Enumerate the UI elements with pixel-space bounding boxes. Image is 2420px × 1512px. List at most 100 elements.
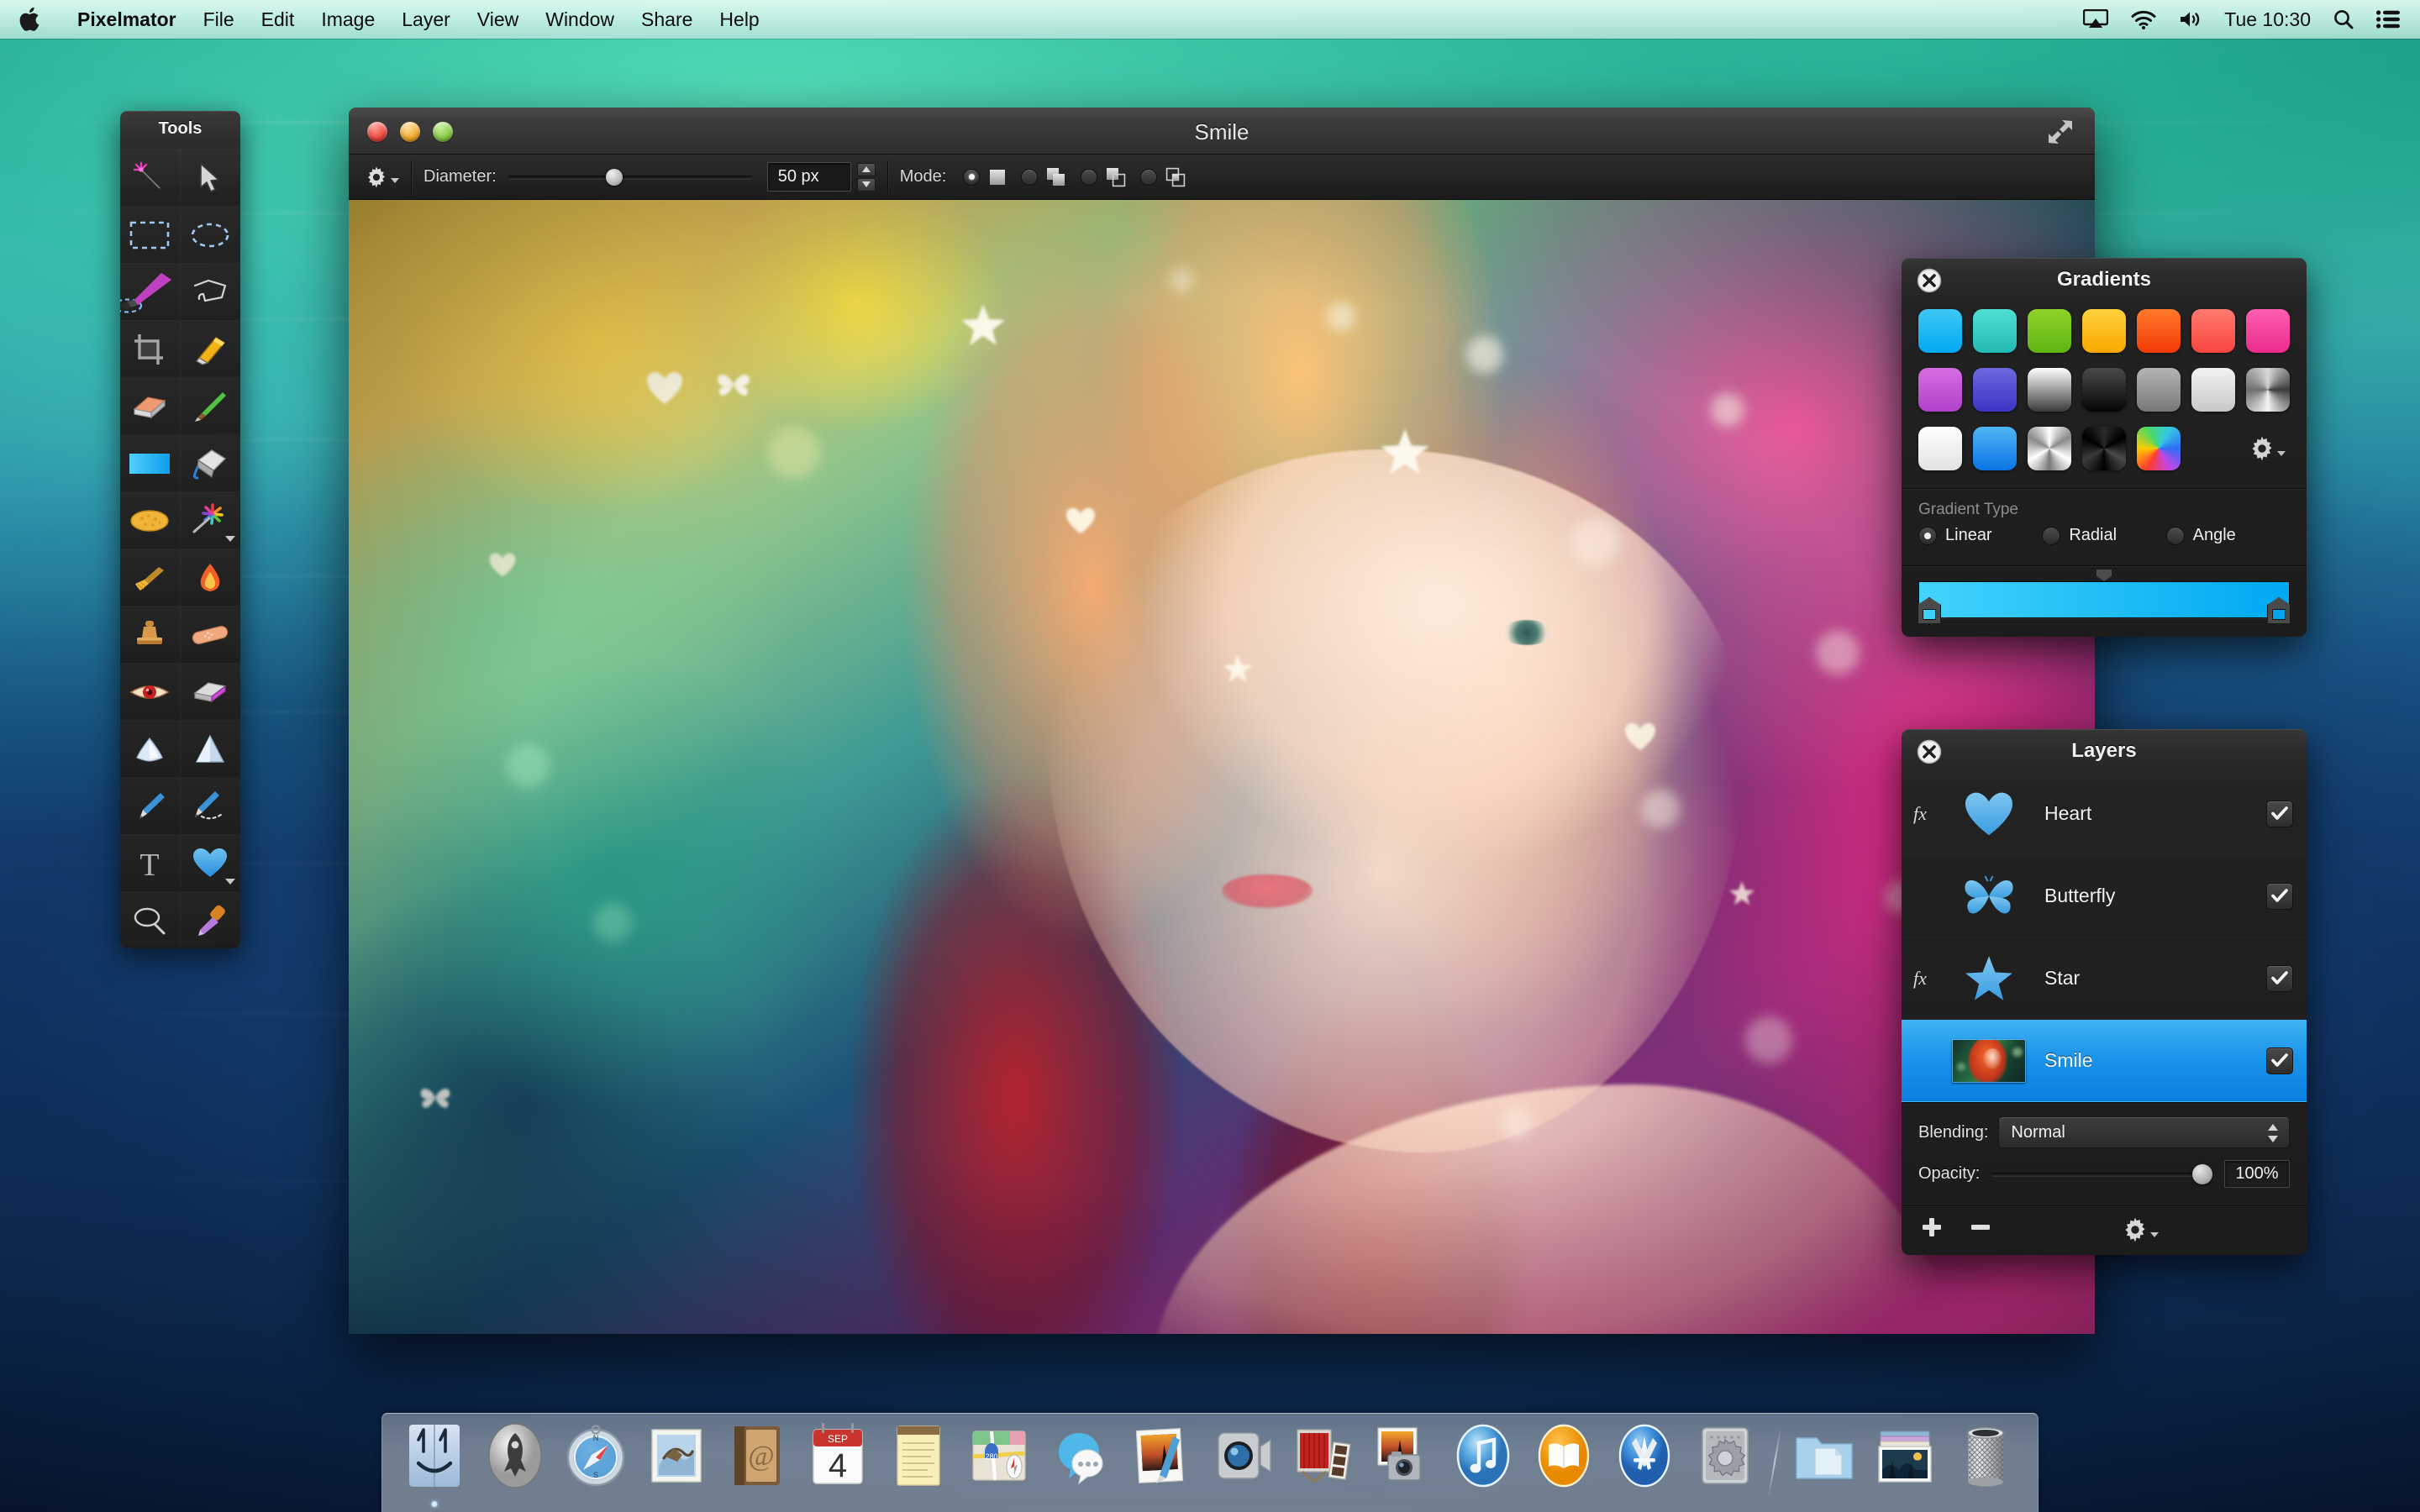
gradient-swatch[interactable] xyxy=(1913,419,1968,478)
gradient-swatch[interactable] xyxy=(1968,302,2023,360)
mode-new-selection[interactable] xyxy=(963,167,1007,187)
gradient-tool[interactable] xyxy=(120,434,181,491)
dock-item-maps[interactable]: 280 xyxy=(959,1413,1039,1512)
wifi-icon[interactable] xyxy=(2130,9,2157,29)
gradient-swatch[interactable] xyxy=(2077,419,2132,478)
layer-options-gear[interactable] xyxy=(2123,1217,2159,1242)
mode-add-selection[interactable] xyxy=(1021,166,1067,188)
gradient-stop-start[interactable] xyxy=(1918,597,1941,624)
gradient-midpoint-handle[interactable] xyxy=(2096,570,2112,581)
layer-row-butterfly[interactable]: Butterfly xyxy=(1902,855,2307,937)
dock-item-app-store[interactable] xyxy=(1604,1413,1685,1512)
layer-fx-badge[interactable]: fx xyxy=(1913,968,1950,990)
dock-item-launchpad[interactable] xyxy=(475,1413,555,1512)
gradient-swatch[interactable] xyxy=(2131,419,2186,478)
menu-item-layer[interactable]: Layer xyxy=(388,0,464,39)
dock-item-pictures-stack[interactable] xyxy=(1865,1413,1945,1512)
gradient-type-angle[interactable]: Angle xyxy=(2165,526,2290,545)
gradient-swatch[interactable] xyxy=(2186,302,2240,360)
layer-visibility-checkbox[interactable] xyxy=(2266,882,2293,910)
shape-tool[interactable] xyxy=(180,834,240,891)
freeform-pen-tool[interactable] xyxy=(180,777,240,834)
dock-item-contacts[interactable]: @ xyxy=(717,1413,797,1512)
burn-tool[interactable] xyxy=(180,549,240,606)
menu-item-edit[interactable]: Edit xyxy=(248,0,308,39)
color-replace-tool[interactable] xyxy=(180,663,240,720)
gradient-swatch[interactable] xyxy=(2240,302,2295,360)
dock-item-finder[interactable] xyxy=(394,1413,475,1512)
gradient-editor[interactable] xyxy=(1902,566,2307,637)
mode-subtract-radio[interactable] xyxy=(1081,168,1098,186)
paint-brush-tool[interactable] xyxy=(180,377,240,434)
menu-item-window[interactable]: Window xyxy=(532,0,628,39)
airplay-icon[interactable] xyxy=(2083,9,2109,29)
layer-fx-badge[interactable]: fx xyxy=(1913,803,1950,825)
gradient-swatch[interactable] xyxy=(1968,419,2023,478)
window-titlebar[interactable]: Smile xyxy=(349,108,2095,155)
dock-item-calendar[interactable]: SEP 4 xyxy=(797,1413,878,1512)
mode-intersect-selection[interactable] xyxy=(1140,166,1186,188)
menu-item-pixelmator[interactable]: Pixelmator xyxy=(64,0,190,39)
notification-center-icon[interactable] xyxy=(2376,10,2400,29)
move-tool[interactable] xyxy=(180,149,240,206)
clone-stamp-tool[interactable] xyxy=(120,606,181,663)
menu-item-help[interactable]: Help xyxy=(706,0,772,39)
dock-item-notes[interactable] xyxy=(878,1413,959,1512)
gradients-gear-icon[interactable] xyxy=(2240,419,2295,478)
menubar-clock[interactable]: Tue 10:30 xyxy=(2224,8,2311,31)
gear-icon[interactable] xyxy=(366,166,399,188)
dock-item-ibooks[interactable] xyxy=(1523,1413,1604,1512)
stepper-up[interactable] xyxy=(856,162,876,176)
slice-tool[interactable] xyxy=(180,320,240,377)
diameter-slider[interactable] xyxy=(508,168,752,186)
color-picker-tool[interactable] xyxy=(180,891,240,948)
blending-mode-select[interactable]: Normal xyxy=(1998,1116,2290,1148)
dock-item-documents-folder[interactable] xyxy=(1784,1413,1865,1512)
dock-item-trash[interactable] xyxy=(1945,1413,2026,1512)
volume-icon[interactable] xyxy=(2179,9,2202,29)
quick-selection-tool[interactable] xyxy=(120,263,181,320)
dock-item-messages[interactable] xyxy=(1039,1413,1120,1512)
layer-row-star[interactable]: fx Star xyxy=(1902,937,2307,1020)
gradient-swatch[interactable] xyxy=(2131,302,2186,360)
mode-subtract-selection[interactable] xyxy=(1081,166,1127,188)
menu-item-image[interactable]: Image xyxy=(308,0,388,39)
crop-tool[interactable] xyxy=(120,320,181,377)
dock-item-system-preferences[interactable] xyxy=(1685,1413,1765,1512)
gradient-swatch[interactable] xyxy=(2131,360,2186,419)
type-tool[interactable]: T xyxy=(120,834,181,891)
layer-visibility-checkbox[interactable] xyxy=(2266,1047,2293,1074)
blur-tool[interactable] xyxy=(120,720,181,777)
fullscreen-icon[interactable] xyxy=(2048,120,2073,148)
gradient-swatch[interactable] xyxy=(1968,360,2023,419)
gradient-swatch[interactable] xyxy=(1913,302,1968,360)
opacity-value[interactable]: 100% xyxy=(2224,1160,2290,1188)
add-layer-button[interactable] xyxy=(1920,1215,1944,1243)
effects-tool[interactable] xyxy=(180,491,240,549)
polygonal-lasso-tool[interactable] xyxy=(180,263,240,320)
layer-row-heart[interactable]: fx Heart xyxy=(1902,773,2307,855)
dock-item-imovie[interactable] xyxy=(1281,1413,1362,1512)
chevron-down-icon[interactable] xyxy=(225,536,235,542)
dock-item-mail[interactable] xyxy=(636,1413,717,1512)
dock-item-facetime[interactable] xyxy=(1201,1413,1281,1512)
gradient-swatch[interactable] xyxy=(2077,360,2132,419)
gradient-type-linear[interactable]: Linear xyxy=(1918,526,2042,545)
apple-logo-icon[interactable] xyxy=(18,7,40,33)
red-eye-tool[interactable] xyxy=(120,663,181,720)
gradient-swatch[interactable] xyxy=(2186,360,2240,419)
dock-item-itunes[interactable] xyxy=(1443,1413,1523,1512)
gradient-swatch[interactable] xyxy=(2023,302,2077,360)
smudge-tool[interactable] xyxy=(120,549,181,606)
gradient-stop-end[interactable] xyxy=(2267,597,2291,624)
gradient-swatch[interactable] xyxy=(1913,360,1968,419)
opacity-slider[interactable] xyxy=(1991,1163,2212,1184)
chevron-down-icon[interactable] xyxy=(225,879,235,885)
mode-intersect-radio[interactable] xyxy=(1140,168,1158,186)
mode-add-radio[interactable] xyxy=(1021,168,1039,186)
sponge-tool[interactable] xyxy=(120,491,181,549)
menu-item-file[interactable]: File xyxy=(190,0,248,39)
eraser-tool[interactable] xyxy=(120,377,181,434)
diameter-value-field[interactable]: 50 px xyxy=(766,162,851,192)
magic-wand-tool[interactable] xyxy=(120,149,181,206)
